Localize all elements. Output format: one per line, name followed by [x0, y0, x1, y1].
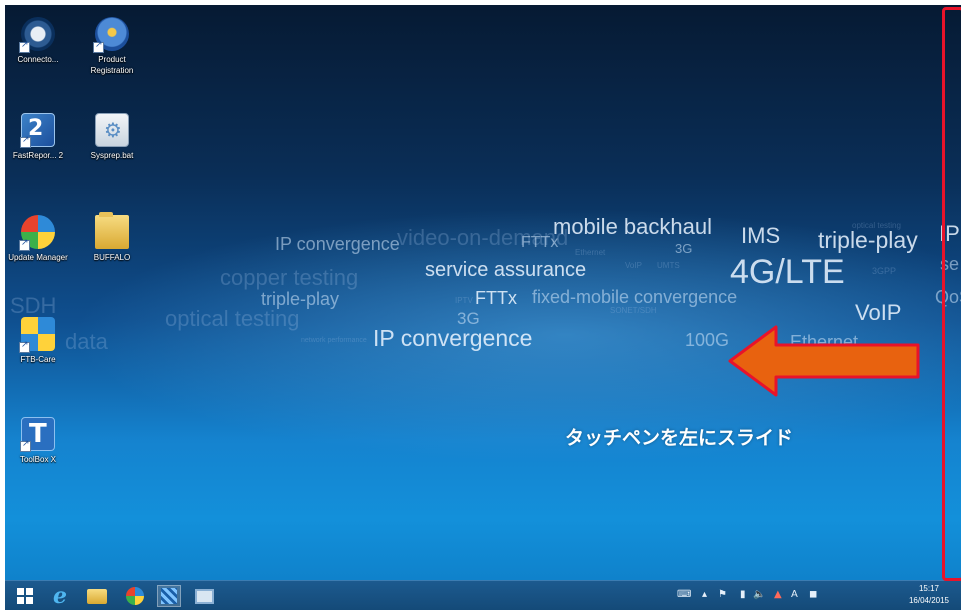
fastreport-icon: 2 [20, 113, 55, 148]
desktop-icon-product-registration[interactable]: Product Registration [79, 17, 145, 76]
desktop-icon-buffalo[interactable]: BUFFALO [79, 212, 145, 263]
desktop-icon-toolbox-x[interactable]: T ToolBox X [5, 417, 71, 465]
pen-input-icon[interactable]: ◼ [809, 589, 817, 600]
app-icon-3 [194, 588, 214, 604]
start-icon [17, 588, 33, 604]
ftb-care-icon [19, 317, 55, 353]
wallpaper-word: service assurance [425, 259, 587, 281]
desktop-screen: mobile backhaul IMS optical testing trip… [5, 5, 961, 610]
wallpaper-word: 100G [685, 330, 730, 350]
wallpaper-word: Ethernet [575, 248, 606, 257]
wallpaper-word: mobile backhaul [553, 214, 712, 239]
wallpaper-word: VoIP [625, 261, 642, 270]
wallpaper-word: fixed-mobile convergence [532, 287, 738, 307]
toolbox-x-icon: T [20, 417, 55, 452]
left-arrow-icon [728, 325, 920, 397]
wallpaper-word: optical testing [165, 306, 300, 331]
wallpaper-word: FTTx [521, 234, 559, 251]
keyboard-icon[interactable]: ⌨ [677, 589, 691, 600]
wallpaper-word: 3G [675, 241, 693, 256]
wallpaper-word: SONET/SDH [610, 306, 657, 315]
volume-icon[interactable]: 🔈 [753, 589, 765, 600]
wallpaper-word: 4G/LTE [730, 253, 845, 291]
wallpaper-word: 3GPP [872, 266, 897, 276]
app-icon-2 [161, 588, 177, 604]
wallpaper-word: 3G [457, 309, 480, 328]
wallpaper-word: copper testing [220, 265, 359, 290]
wallpaper-word: SDH [10, 293, 57, 318]
show-hidden-icons-icon[interactable]: ▴ [702, 589, 707, 600]
network-icon[interactable]: ▮ [740, 589, 746, 600]
internet-explorer-icon: e [53, 583, 67, 609]
wallpaper-word: VoIP [855, 300, 902, 325]
connectome-icon [19, 17, 55, 53]
wallpaper-word: network performance [301, 337, 367, 344]
product-registration-icon [93, 17, 129, 53]
action-center-flag-icon[interactable]: ⚑ [718, 589, 727, 600]
desktop-icon-ftb-care[interactable]: FTB-Care [5, 317, 71, 365]
wallpaper-word: video-on-demand [397, 225, 569, 250]
wallpaper-word: FTTx [475, 288, 517, 308]
clock-date: 16/04/2015 [908, 596, 950, 605]
wallpaper-word: UMTS [657, 261, 680, 270]
taskbar-internet-explorer[interactable]: e [48, 585, 72, 607]
wallpaper-word: triple-play [818, 227, 918, 253]
wallpaper-word: IP convergence [373, 325, 533, 351]
taskbar-file-explorer[interactable] [85, 585, 109, 607]
charms-swipe-zone[interactable] [942, 7, 961, 581]
wallpaper-word: triple-play [261, 289, 340, 309]
instruction-caption: タッチペンを左にスライド [565, 427, 794, 449]
taskbar-app-3[interactable] [192, 585, 216, 607]
wallpaper-word: optical testing [852, 221, 901, 230]
clock-time: 15:17 [918, 584, 940, 593]
system-clock[interactable]: 15:17 16/04/2015 [899, 583, 959, 607]
wallpaper-word: data [65, 329, 108, 354]
wallpaper-word: IP convergence [275, 234, 400, 254]
start-button[interactable] [13, 585, 37, 607]
wallpaper-word: IMS [741, 223, 781, 248]
desktop-icon-connectome[interactable]: Connecto... [5, 17, 71, 65]
taskbar-app-2[interactable] [157, 585, 181, 607]
file-explorer-icon [87, 588, 107, 604]
buffalo-folder-icon [95, 212, 129, 249]
sysprep-icon: ⚙ [95, 113, 129, 147]
ime-indicator[interactable]: A [791, 589, 798, 600]
update-manager-icon [19, 215, 55, 251]
desktop-icon-update-manager[interactable]: Update Manager [5, 215, 71, 263]
taskbar: e ⌨ ▴ ⚑ ▮ 🔈 ▲ A ◼ 15:17 16/04/2015 [5, 580, 961, 610]
app-icon-1 [126, 587, 144, 605]
desktop-icon-sysprep[interactable]: ⚙ Sysprep.bat [79, 113, 145, 161]
taskbar-app-1[interactable] [123, 585, 147, 607]
security-alert-icon[interactable]: ▲ [774, 589, 782, 600]
wallpaper-word: IPTV [455, 296, 473, 305]
desktop-icon-fastreport[interactable]: 2 FastRepor... 2 [5, 113, 71, 161]
